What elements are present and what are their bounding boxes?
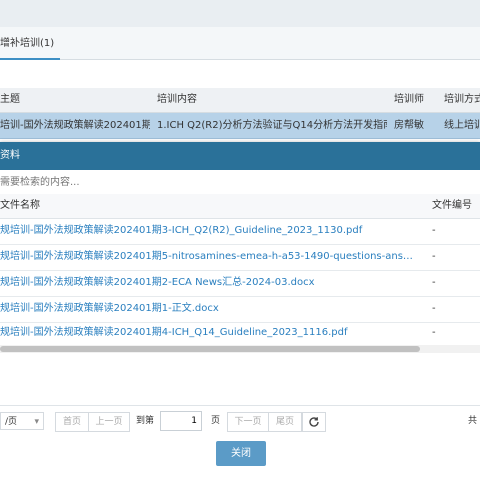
header-content: 培训内容	[157, 94, 197, 105]
goto-label: 到第	[136, 416, 155, 426]
file-code: -	[432, 303, 436, 314]
table-row[interactable]: 培训-国外法规政策解读202401期 1.ICH Q2(R2)分析方法验证与Q1…	[0, 113, 480, 139]
file-code: -	[432, 327, 436, 338]
refresh-button[interactable]	[302, 412, 326, 432]
tab-supplementary-training[interactable]: 增补培训(1)	[0, 27, 60, 60]
search-input[interactable]	[0, 172, 300, 192]
header-file-code: 文件编号	[432, 200, 472, 211]
materials-dialog: 资料 文件名称 文件编号 规培训-国外法规政策解读202401期3-ICH_Q2…	[0, 142, 480, 480]
header-trainer: 培训师	[394, 94, 424, 105]
training-table: 主题 培训内容 培训师 培训方式 培训-国外法规政策解读202401期 1.IC…	[0, 88, 480, 139]
row-topic: 培训-国外法规政策解读202401期	[0, 120, 150, 131]
top-bar	[0, 0, 480, 28]
refresh-icon	[309, 417, 319, 427]
file-link[interactable]: 规培训-国外法规政策解读202401期4-ICH_Q14_Guideline_2…	[0, 320, 420, 346]
file-table-header: 文件名称 文件编号	[0, 194, 480, 219]
page-unit-label: 页	[211, 416, 221, 426]
file-link[interactable]: 规培训-国外法规政策解读202401期5-nitrosamines-emea-h…	[0, 244, 420, 270]
row-method: 线上培训	[444, 120, 480, 131]
search-bar	[0, 172, 480, 195]
dialog-title: 资料	[0, 142, 480, 170]
table-row: 规培训-国外法规政策解读202401期2-ECA News汇总-2024-03.…	[0, 270, 480, 297]
page-size-label: /页	[5, 417, 18, 427]
table-row: 规培训-国外法规政策解读202401期1-正文.docx -	[0, 296, 480, 323]
last-page-button[interactable]: 尾页	[268, 412, 302, 432]
scrollbar-thumb[interactable]	[0, 346, 420, 352]
header-file-name: 文件名称	[0, 200, 40, 211]
header-topic: 主题	[0, 94, 20, 105]
pagination: /页 ▾ 首页 上一页 到第 页 下一页 尾页 共	[0, 405, 480, 436]
prev-page-button[interactable]: 上一页	[88, 412, 130, 432]
row-content: 1.ICH Q2(R2)分析方法验证与Q14分析方法开发指南定稿...	[157, 120, 387, 131]
table-row: 规培训-国外法规政策解读202401期3-ICH_Q2(R2)_Guidelin…	[0, 218, 480, 245]
chevron-down-icon: ▾	[34, 417, 39, 427]
page-size-select[interactable]: /页 ▾	[0, 412, 44, 430]
file-code: -	[432, 277, 436, 288]
close-button[interactable]: 关闭	[216, 441, 266, 466]
row-trainer: 房帮敏	[394, 120, 424, 131]
tab-label: 增补培训(1)	[0, 38, 55, 49]
horizontal-scrollbar[interactable]	[0, 345, 480, 353]
table-row: 规培训-国外法规政策解读202401期5-nitrosamines-emea-h…	[0, 244, 480, 271]
file-code: -	[432, 225, 436, 236]
header-method: 培训方式	[444, 94, 480, 105]
next-page-button[interactable]: 下一页	[227, 412, 269, 432]
file-link[interactable]: 规培训-国外法规政策解读202401期1-正文.docx	[0, 296, 420, 322]
first-page-button[interactable]: 首页	[55, 412, 89, 432]
file-link[interactable]: 规培训-国外法规政策解读202401期3-ICH_Q2(R2)_Guidelin…	[0, 218, 420, 244]
total-label: 共	[468, 416, 478, 426]
file-code: -	[432, 251, 436, 262]
file-link[interactable]: 规培训-国外法规政策解读202401期2-ECA News汇总-2024-03.…	[0, 270, 420, 296]
page-number-input[interactable]	[160, 411, 202, 431]
tab-bar: 增补培训(1)	[0, 27, 480, 60]
table-row: 规培训-国外法规政策解读202401期4-ICH_Q14_Guideline_2…	[0, 320, 480, 347]
training-table-header: 主题 培训内容 培训师 培训方式	[0, 88, 480, 113]
